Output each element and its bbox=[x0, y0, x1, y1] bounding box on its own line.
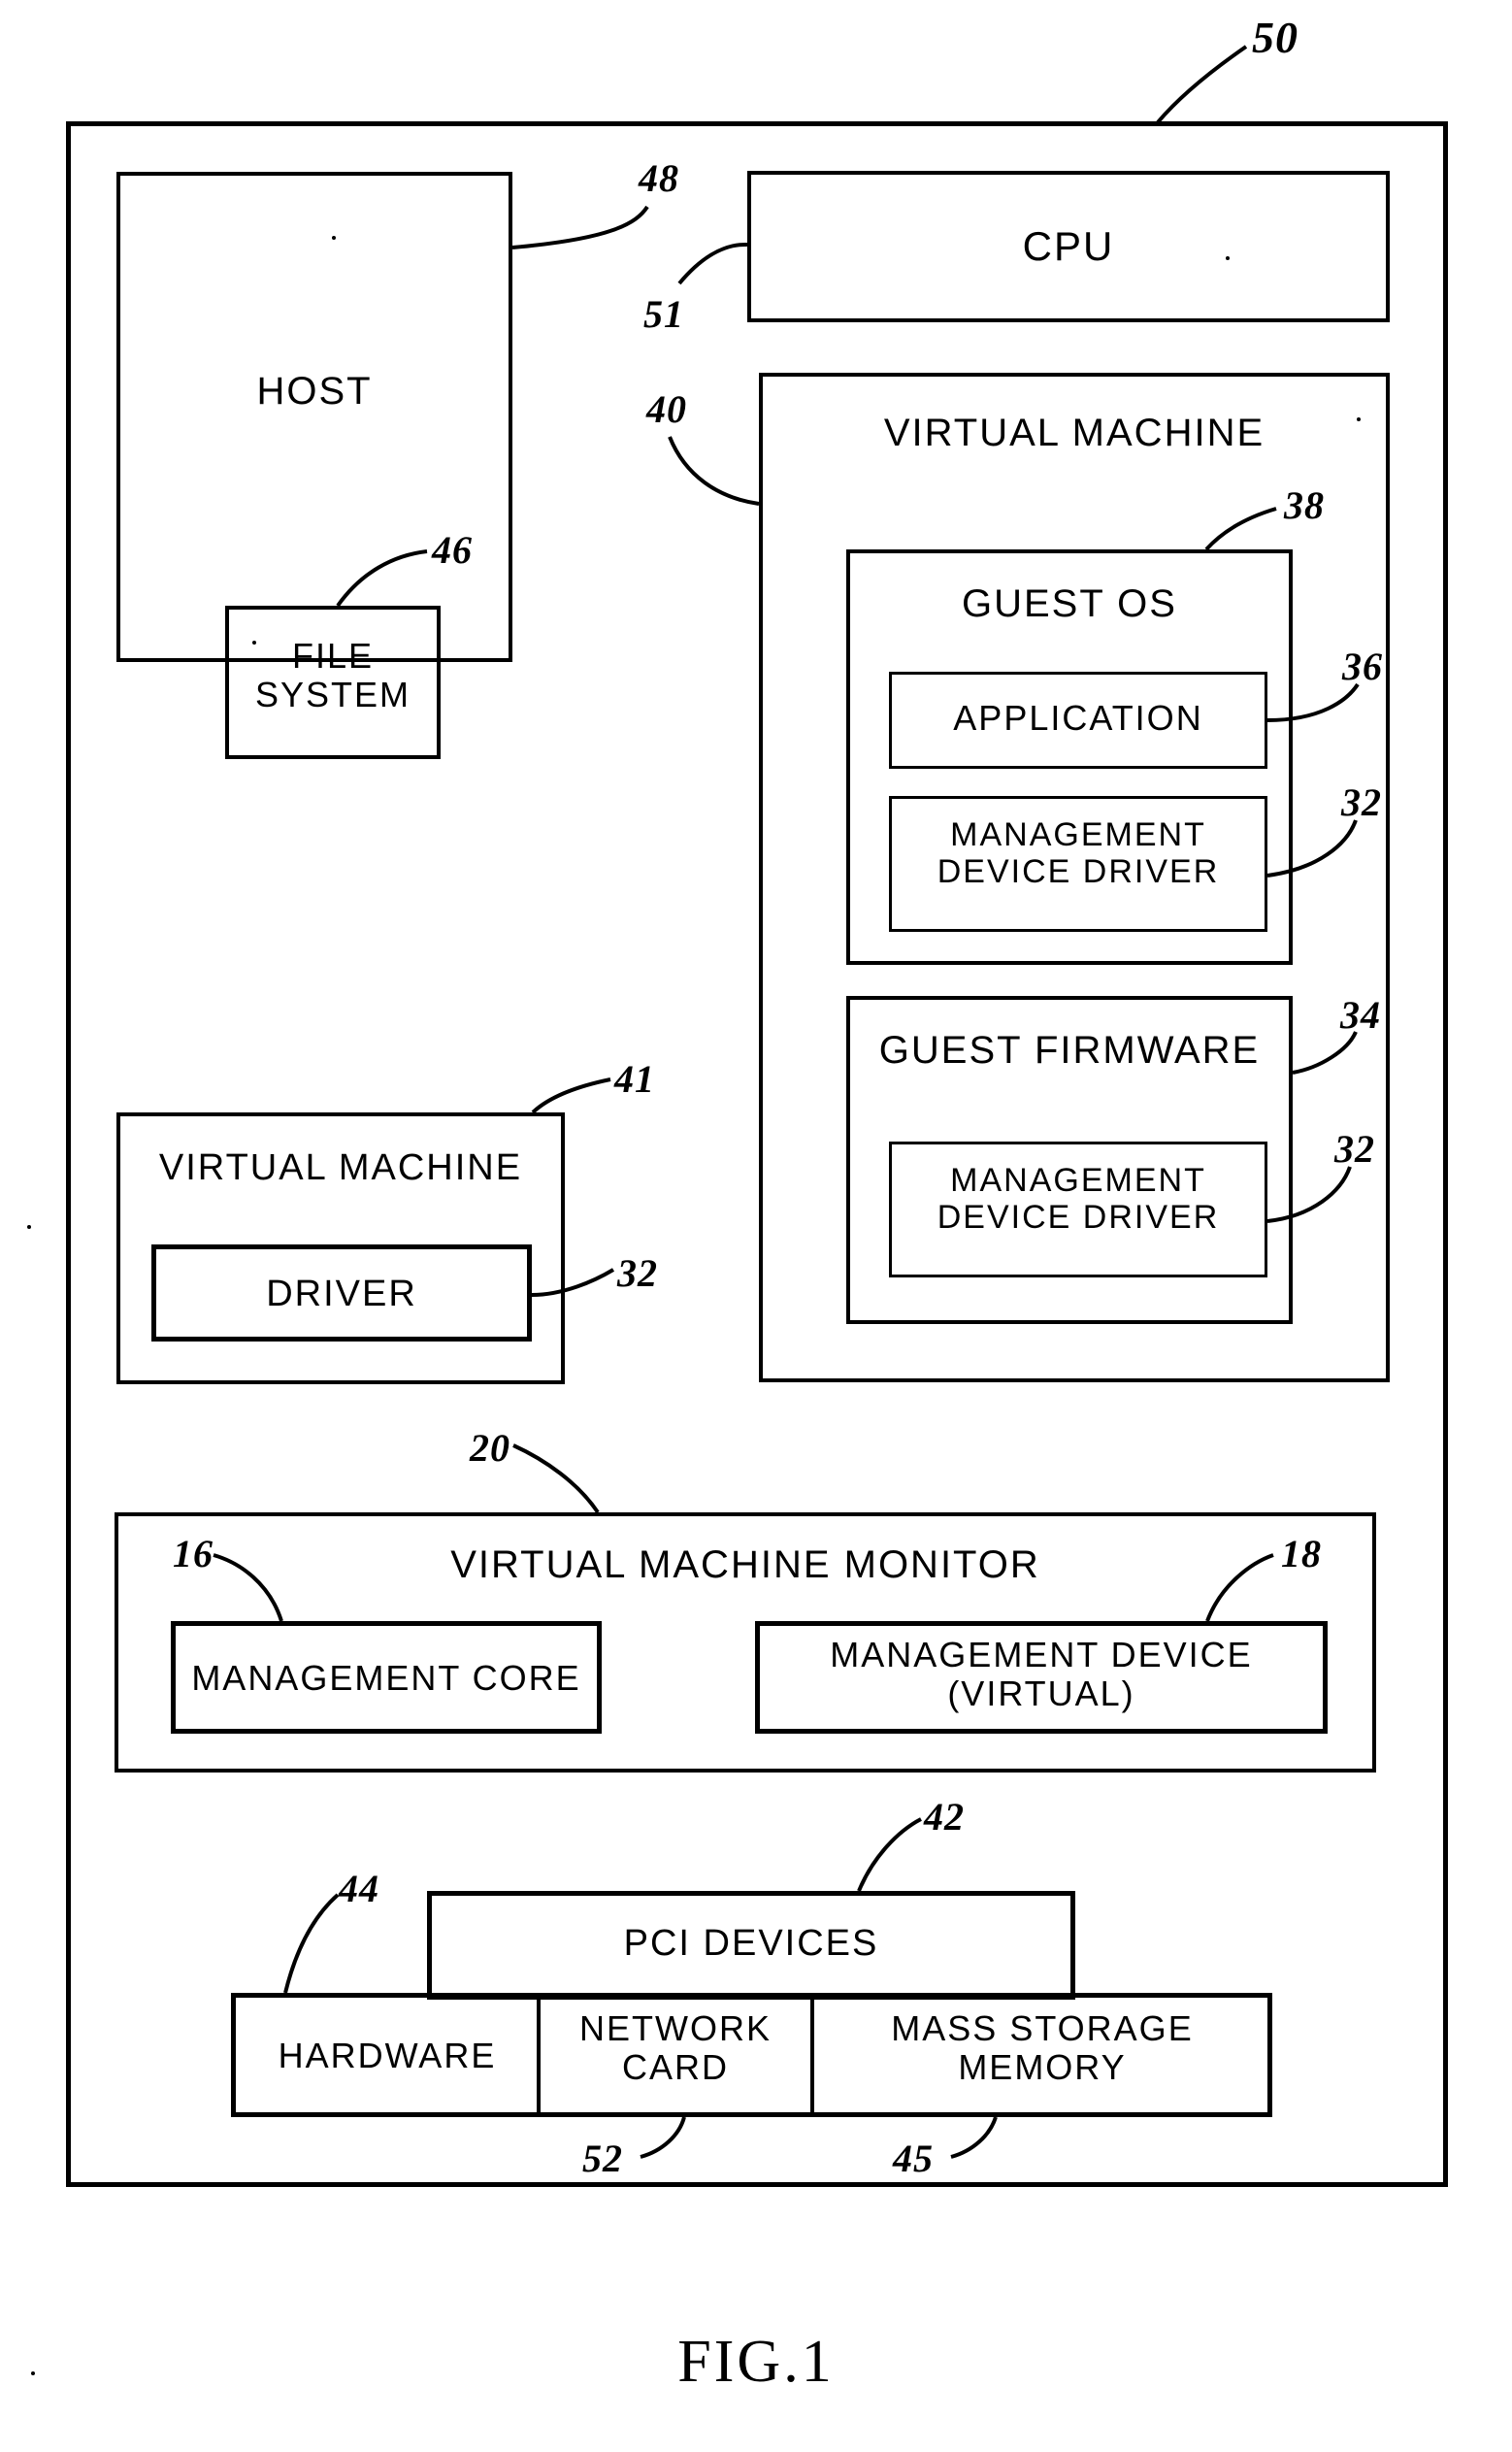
scan-speck bbox=[252, 641, 256, 645]
guest-firmware-label: GUEST FIRMWARE bbox=[878, 1029, 1261, 1072]
guest-os-management-device-driver-label: MANAGEMENT DEVICE DRIVER bbox=[937, 816, 1220, 891]
ref-numeral-51: 51 bbox=[643, 292, 684, 336]
management-core-box: MANAGEMENT CORE bbox=[171, 1621, 602, 1734]
ref-numeral-50: 50 bbox=[1252, 13, 1298, 62]
ref-numeral-16: 16 bbox=[173, 1532, 214, 1575]
hardware-label: HARDWARE bbox=[278, 2036, 497, 2075]
ref-numeral-34: 34 bbox=[1340, 993, 1381, 1037]
virtual-machine-label: VIRTUAL MACHINE bbox=[883, 412, 1265, 454]
cpu-box: CPU bbox=[747, 171, 1390, 322]
ref-numeral-52: 52 bbox=[582, 2137, 623, 2180]
management-device-box: MANAGEMENT DEVICE (VIRTUAL) bbox=[755, 1621, 1328, 1734]
file-system-label: FILE SYSTEM bbox=[254, 636, 411, 715]
ref-numeral-32-driver: 32 bbox=[617, 1251, 658, 1295]
guest-os-label: GUEST OS bbox=[962, 582, 1177, 625]
scan-speck bbox=[1226, 256, 1230, 260]
file-system-box: FILE SYSTEM bbox=[225, 606, 441, 759]
application-box: APPLICATION bbox=[889, 672, 1267, 769]
ref-numeral-32-guest-os: 32 bbox=[1341, 780, 1382, 824]
guest-firmware-management-device-driver-box: MANAGEMENT DEVICE DRIVER bbox=[889, 1142, 1267, 1277]
driver-label: DRIVER bbox=[266, 1274, 417, 1314]
ref-numeral-42: 42 bbox=[924, 1795, 965, 1839]
host-box: HOST bbox=[116, 172, 512, 662]
ref-numeral-48: 48 bbox=[639, 156, 679, 200]
scan-speck bbox=[1357, 417, 1361, 421]
ref-numeral-41: 41 bbox=[614, 1057, 655, 1101]
scan-speck bbox=[332, 236, 336, 240]
application-label: APPLICATION bbox=[953, 698, 1203, 738]
ref-numeral-20: 20 bbox=[470, 1426, 510, 1470]
hardware-strip-box: HARDWARE NETWORK CARD MASS STORAGE MEMOR… bbox=[231, 1993, 1272, 2117]
ref-numeral-45: 45 bbox=[893, 2137, 934, 2180]
ref-numeral-38: 38 bbox=[1284, 483, 1325, 527]
ref-numeral-40: 40 bbox=[646, 387, 687, 431]
hardware-divider-1 bbox=[537, 1998, 541, 2112]
patent-figure-page: HOST FILE SYSTEM CPU VIRTUAL MACHINE GUE… bbox=[0, 0, 1512, 2452]
ref-numeral-44: 44 bbox=[339, 1867, 379, 1910]
ref-numeral-36: 36 bbox=[1342, 645, 1383, 688]
mass-storage-memory-label: MASS STORAGE MEMORY bbox=[891, 2008, 1194, 2088]
pci-devices-box: PCI DEVICES bbox=[427, 1891, 1075, 2000]
figure-caption: FIG.1 bbox=[677, 2329, 835, 2395]
ref-numeral-18: 18 bbox=[1281, 1532, 1322, 1575]
virtual-machine-monitor-label: VIRTUAL MACHINE MONITOR bbox=[450, 1543, 1040, 1586]
guest-firmware-management-device-driver-label: MANAGEMENT DEVICE DRIVER bbox=[937, 1162, 1220, 1237]
scan-speck bbox=[27, 1225, 31, 1229]
driver-box: DRIVER bbox=[151, 1244, 532, 1342]
management-device-label: MANAGEMENT DEVICE (VIRTUAL) bbox=[830, 1635, 1253, 1714]
management-core-label: MANAGEMENT CORE bbox=[191, 1658, 581, 1698]
hardware-divider-2 bbox=[810, 1998, 814, 2112]
guest-os-management-device-driver-box: MANAGEMENT DEVICE DRIVER bbox=[889, 796, 1267, 932]
host-label: HOST bbox=[256, 370, 373, 413]
virtual-machine-left-label: VIRTUAL MACHINE bbox=[158, 1147, 523, 1188]
pci-devices-label: PCI DEVICES bbox=[623, 1923, 879, 1964]
ref-numeral-32-guest-firmware: 32 bbox=[1334, 1127, 1375, 1171]
ref-numeral-46: 46 bbox=[432, 528, 473, 572]
cpu-label: CPU bbox=[1022, 223, 1115, 269]
network-card-label: NETWORK CARD bbox=[579, 2008, 772, 2088]
